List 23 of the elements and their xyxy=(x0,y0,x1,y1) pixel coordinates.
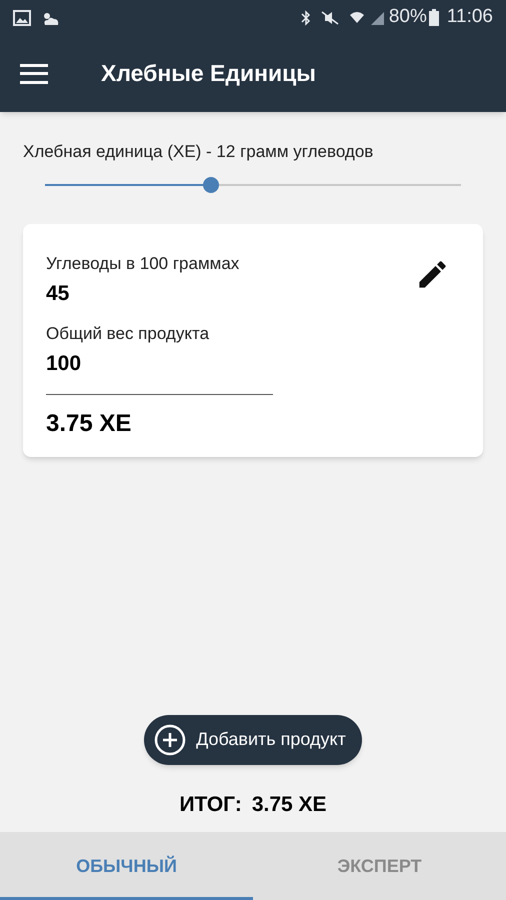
carbs-label: Углеводы в 100 граммах xyxy=(46,252,240,274)
menu-button[interactable] xyxy=(20,62,48,84)
carbs-value: 45 xyxy=(46,281,70,307)
app-title: Хлебные Единицы xyxy=(101,59,316,88)
tab[interactable]: ЭКСПЕРТ xyxy=(253,832,506,900)
image-icon xyxy=(13,10,31,26)
slider-thumb[interactable] xyxy=(203,176,220,192)
plus-circle-icon xyxy=(154,724,186,756)
unit-label: Хлебная единица (ХЕ) - 12 грамм углеводов xyxy=(23,141,374,163)
bluetooth-icon xyxy=(300,10,311,26)
battery-percent: 80% xyxy=(388,5,427,30)
battery-icon xyxy=(428,9,439,26)
tab[interactable]: ОБЫЧНЫЙ xyxy=(0,832,253,900)
signal-icon xyxy=(368,10,385,26)
clock: 11:06 xyxy=(446,5,493,30)
total-value: 3.75 ХЕ xyxy=(252,792,327,818)
total-label: ИТОГ: xyxy=(179,792,242,818)
unit-slider[interactable] xyxy=(45,176,461,192)
weight-label: Общий вес продукта xyxy=(46,322,210,344)
result-value: 3.75 ХЕ xyxy=(46,408,132,438)
weight-value: 100 xyxy=(46,351,82,377)
add-product-button[interactable]: Добавить продукт xyxy=(144,714,362,764)
wifi-icon xyxy=(348,10,365,26)
